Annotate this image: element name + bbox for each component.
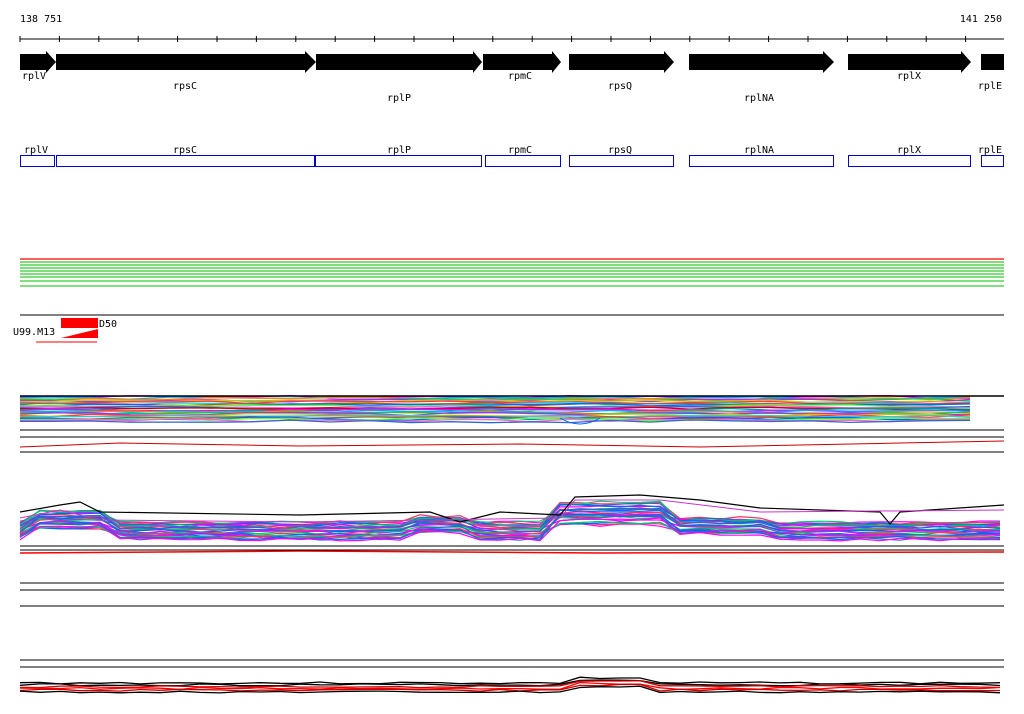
gene-label-rplX: rplX [897, 71, 921, 82]
coverage-band-2 [19, 494, 1005, 607]
profile-magenta-line [19, 499, 1005, 523]
gene-arrow-rpsC[interactable] [56, 51, 316, 73]
coordinate-ruler: 138 751 141 250 [19, 14, 1004, 42]
gene-arrow-rpsQ[interactable] [569, 51, 674, 73]
profile-black-line [19, 494, 1005, 525]
gene-box-rplV[interactable] [20, 155, 55, 167]
gene-box-labels: rplV rpsC rplP rpmC rpsQ rplNA rplX rplE [24, 145, 1002, 156]
box-label-rplE: rplE [978, 145, 1002, 156]
box-label-rpsQ: rpsQ [608, 145, 632, 156]
gene-box-track [20, 155, 1004, 167]
profile-red-line [19, 550, 1005, 554]
gene-arrow-rpmC[interactable] [483, 51, 561, 73]
gene-box-rpmC[interactable] [485, 155, 561, 167]
gene-label-rpmC: rpmC [508, 71, 532, 82]
coverage-red-line [19, 440, 1005, 448]
feature-track: U99.M13 D50 [13, 318, 117, 343]
gene-box-rplP[interactable] [315, 155, 482, 167]
gene-box-rplNA[interactable] [689, 155, 834, 167]
ruler-end-label: 141 250 [960, 14, 1002, 25]
ruler-start-label: 138 751 [20, 14, 62, 25]
box-label-rplNA: rplNA [744, 145, 774, 156]
gene-label-rplNA: rplNA [744, 93, 774, 104]
gene-label-rplE: rplE [978, 81, 1002, 92]
gene-arrow-rplV[interactable] [20, 51, 56, 73]
feature-label-right: D50 [99, 319, 117, 330]
feature-block[interactable] [61, 318, 98, 328]
box-label-rpsC: rpsC [173, 145, 197, 156]
gene-arrow-rplX[interactable] [848, 51, 971, 73]
gene-arrow-rplP[interactable] [316, 51, 482, 73]
gene-box-rplE[interactable] [981, 155, 1004, 167]
box-label-rplP: rplP [387, 145, 411, 156]
gene-box-rplX[interactable] [848, 155, 971, 167]
gene-label-rpsQ: rpsQ [608, 81, 632, 92]
gene-arrow-track: rplV rpsC rplP rpmC rpsQ rplNA rplX rplE [20, 51, 1004, 104]
feature-label-left: U99.M13 [13, 327, 55, 338]
coverage-band-1 [19, 395, 1005, 453]
green-line-track [20, 258, 1004, 287]
genome-browser: 138 751 141 250 rplV rpsC rplP rpmC rpsQ… [13, 14, 1005, 694]
box-label-rpmC: rpmC [508, 145, 532, 156]
gene-label-rpsC: rpsC [173, 81, 197, 92]
gene-label-rplP: rplP [387, 93, 411, 104]
feature-wedge[interactable] [61, 329, 98, 338]
gene-label-rplV: rplV [22, 71, 46, 82]
bottom-profile-line [19, 676, 1001, 685]
gene-arrow-rplNA[interactable] [689, 51, 834, 73]
gene-arrow-rplE[interactable] [981, 54, 1004, 70]
gene-box-rpsQ[interactable] [569, 155, 674, 167]
box-label-rplX: rplX [897, 145, 921, 156]
gene-box-rpsC[interactable] [56, 155, 315, 167]
coverage-band-3 [19, 659, 1004, 694]
box-label-rplV: rplV [24, 145, 48, 156]
